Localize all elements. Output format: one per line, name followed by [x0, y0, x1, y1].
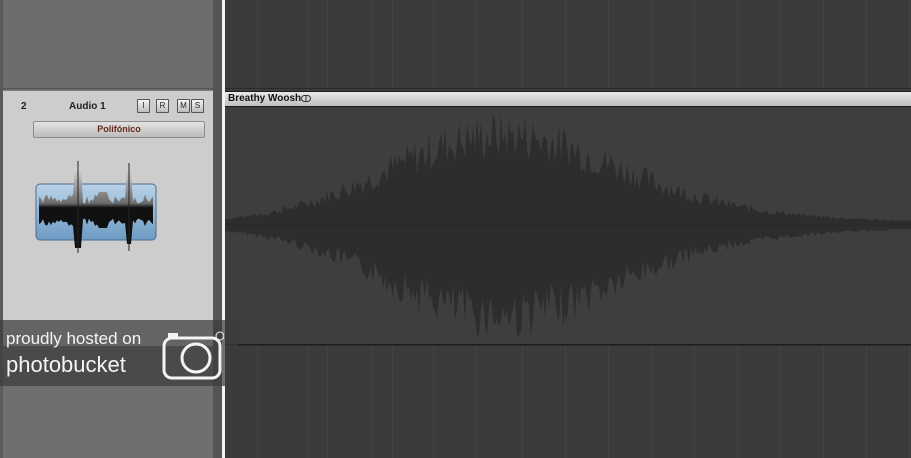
loop-icon: [301, 95, 311, 102]
mute-button[interactable]: M: [177, 99, 190, 113]
region-title: Breathy Woosh: [228, 93, 302, 104]
watermark-brand: photobucket: [6, 352, 126, 377]
lane-separator: [225, 88, 911, 89]
audio-region[interactable]: Breathy Woosh: [225, 91, 911, 345]
record-enable-button[interactable]: R: [156, 99, 169, 113]
audio-waveform[interactable]: [225, 107, 911, 343]
region-header[interactable]: Breathy Woosh: [225, 92, 911, 107]
track-header[interactable]: 2 Audio 1 I R M S Polifónico: [3, 91, 213, 347]
instrument-slot[interactable]: Polifónico: [33, 121, 205, 138]
lane-separator: [225, 345, 911, 346]
audio-waveform-icon[interactable]: [33, 161, 157, 261]
watermark-tagline: proudly hosted on: [6, 329, 142, 348]
input-monitor-button[interactable]: I: [137, 99, 150, 113]
track-number: 2: [21, 101, 27, 112]
track-name[interactable]: Audio 1: [69, 101, 106, 112]
arrange-area[interactable]: Breathy Woosh: [225, 0, 911, 458]
photobucket-watermark: proudly hosted on photobucket: [0, 320, 238, 386]
camera-icon: [162, 331, 224, 380]
track-list: 2 Audio 1 I R M S Polifónico: [0, 0, 213, 458]
solo-button[interactable]: S: [191, 99, 204, 113]
